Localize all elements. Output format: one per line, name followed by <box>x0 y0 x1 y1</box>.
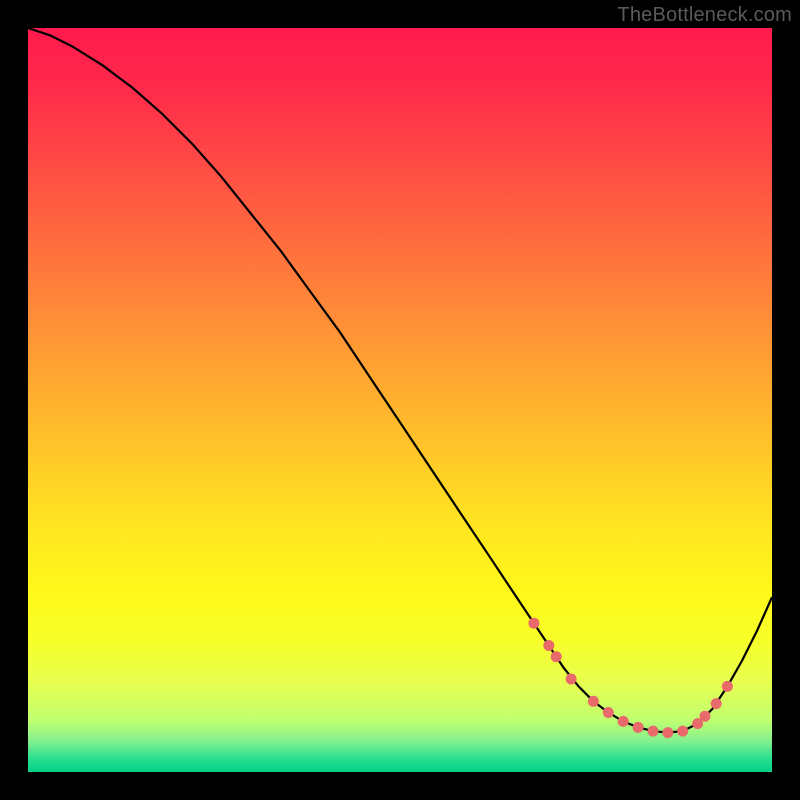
marker-dot <box>566 674 577 685</box>
marker-dot <box>633 722 644 733</box>
marker-dot <box>551 651 562 662</box>
marker-dot <box>711 698 722 709</box>
watermark-text: TheBottleneck.com <box>617 4 792 27</box>
marker-dot <box>528 618 539 629</box>
marker-dot <box>588 696 599 707</box>
marker-dot <box>677 726 688 737</box>
marker-dot <box>648 726 659 737</box>
marker-dot <box>618 716 629 727</box>
marker-dot <box>662 727 673 738</box>
bottleneck-curve <box>28 28 772 733</box>
marker-dot <box>543 640 554 651</box>
chart-svg <box>28 28 772 772</box>
chart-frame: TheBottleneck.com <box>0 0 800 800</box>
highlight-markers <box>528 618 733 738</box>
plot-area <box>28 28 772 772</box>
marker-dot <box>603 707 614 718</box>
marker-dot <box>700 711 711 722</box>
marker-dot <box>722 681 733 692</box>
